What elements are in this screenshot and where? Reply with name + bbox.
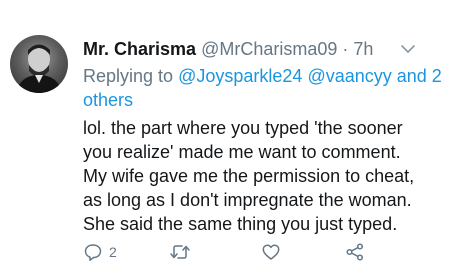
tweet-actions: 2 (83, 242, 373, 266)
reply-count: 2 (109, 244, 117, 260)
mention-link-1[interactable]: @Joysparkle24 (178, 66, 302, 86)
tweet-text-line: lol. the part where you typed 'the soone… (83, 118, 403, 138)
tweet-text: lol. the part where you typed 'the soone… (83, 116, 458, 236)
share-icon (346, 243, 364, 261)
tweet-text-line: She said the same thing you just typed. (83, 214, 398, 234)
tweet-header: Mr. Charisma @MrCharisma09 · 7h (83, 38, 373, 60)
replying-prefix: Replying to (83, 66, 174, 86)
chevron-down-icon[interactable] (400, 41, 416, 62)
avatar-portrait (16, 44, 62, 93)
author-handle[interactable]: @MrCharisma09 (201, 39, 337, 59)
reply-icon (84, 244, 102, 261)
avatar[interactable] (10, 35, 68, 93)
author-name[interactable]: Mr. Charisma (83, 39, 196, 59)
tweet[interactable]: Mr. Charisma @MrCharisma09 · 7h Replying… (0, 0, 468, 280)
tweet-text-line: My wife gave me the permission to cheat, (83, 166, 415, 186)
tweet-time[interactable]: 7h (353, 39, 373, 59)
share-button[interactable] (345, 242, 365, 262)
retweet-icon (170, 245, 190, 259)
like-button[interactable] (261, 242, 281, 262)
mention-link-2[interactable]: @vaancyy (307, 66, 391, 86)
replying-to: Replying to @Joysparkle24 @vaancyy and 2… (83, 64, 443, 112)
reply-button[interactable]: 2 (83, 242, 117, 262)
tweet-text-line: as long as I don't impregnate the woman. (83, 190, 412, 210)
separator-dot: · (342, 39, 349, 59)
retweet-button[interactable] (169, 242, 191, 262)
tweet-text-line: you realize' made me want to comment. (83, 142, 401, 162)
like-icon (262, 244, 280, 260)
